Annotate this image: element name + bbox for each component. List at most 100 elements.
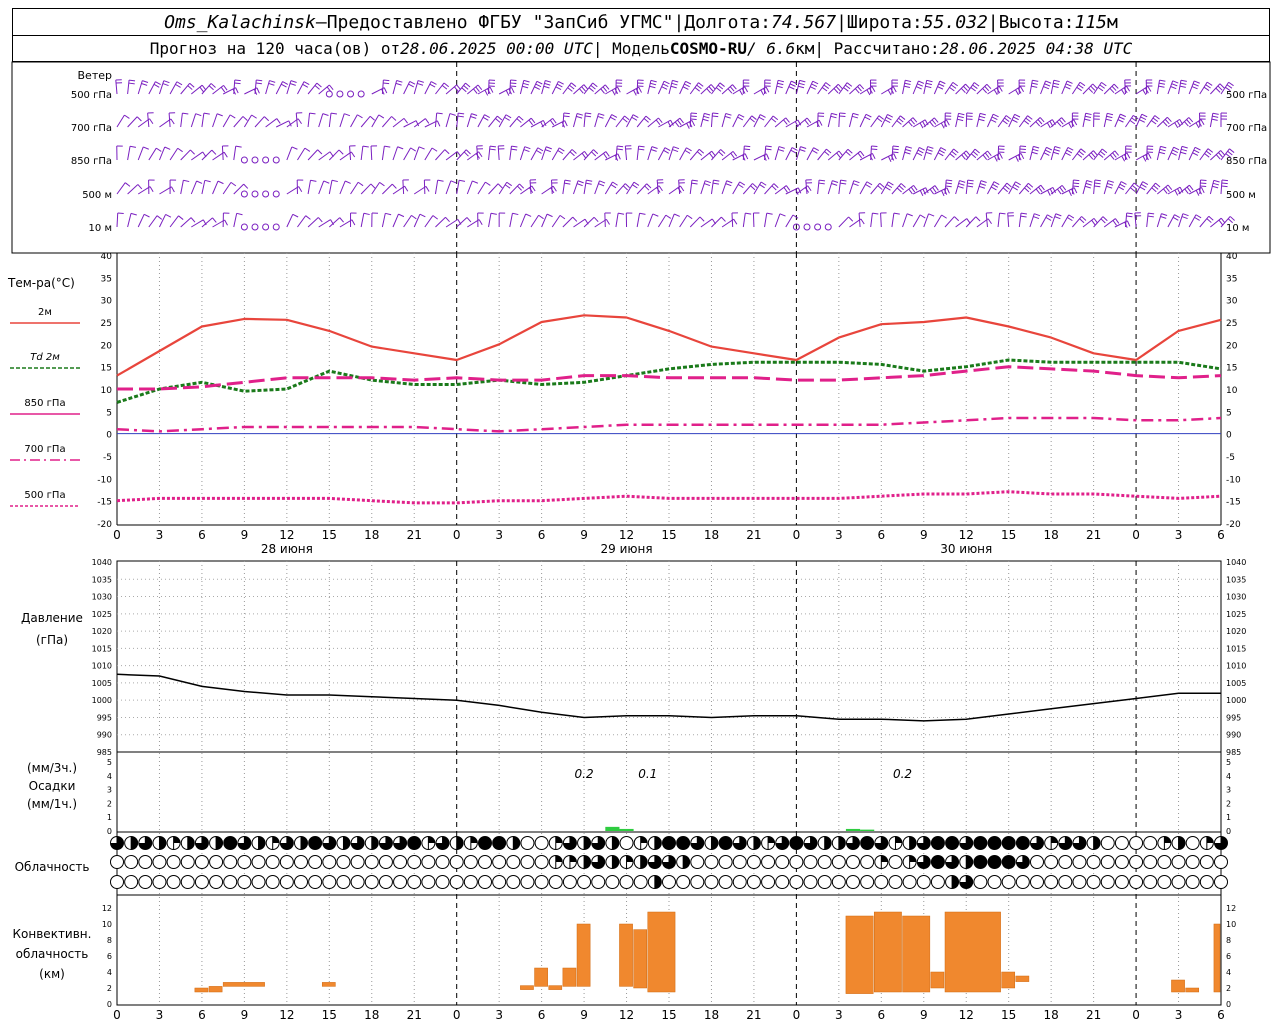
- wind-barb-feather: [811, 83, 818, 88]
- wind-barb: [116, 114, 130, 128]
- wind-barb-feather: [224, 219, 228, 226]
- wind-barb-shaft: [350, 114, 358, 128]
- cloud-cover-symbol: [1100, 855, 1115, 869]
- wind-barb-shaft: [615, 213, 619, 228]
- cloud-cover-symbol: [718, 836, 733, 850]
- wind-barb-feather: [963, 85, 968, 91]
- cloud-circle: [336, 855, 351, 869]
- cloud-circle: [506, 855, 521, 869]
- wind-barb: [392, 213, 405, 228]
- wind-barb-feather: [672, 149, 679, 153]
- wind-barb: [711, 216, 726, 228]
- wind-barb-feather: [617, 153, 621, 160]
- wind-barb: [880, 113, 893, 128]
- cloud-circle: [110, 855, 124, 869]
- wind-barb-shaft: [891, 115, 901, 128]
- wind-calm-mark: [325, 90, 333, 98]
- wind-barb-feather: [485, 181, 491, 186]
- wind-barb: [764, 212, 773, 228]
- cloud-fill-part: [612, 855, 619, 869]
- wind-barb-feather: [646, 183, 652, 189]
- wind-barb-feather: [967, 182, 974, 185]
- x-tick-label: 18: [364, 528, 379, 542]
- wind-barb: [562, 179, 571, 195]
- wind-barb-feather: [1215, 87, 1221, 93]
- cloud-cover-symbol: [1100, 875, 1115, 889]
- wind-barb-shaft: [1018, 182, 1029, 195]
- wind-barb-feather: [1040, 184, 1045, 191]
- wind-barb: [159, 213, 172, 228]
- cloud-circle: [916, 875, 931, 889]
- wind-barb-shaft: [1178, 80, 1182, 95]
- wind-barb-feather: [396, 79, 403, 83]
- wind-barb-shaft: [1018, 213, 1022, 228]
- cloud-cover-symbol: [492, 875, 507, 889]
- wind-barb: [912, 187, 929, 197]
- wind-barb: [976, 112, 986, 128]
- wind-barb-feather: [235, 87, 239, 94]
- wind-barb-shaft: [774, 146, 780, 161]
- wind-barb-feather: [478, 151, 483, 158]
- wind-barb: [201, 112, 210, 128]
- wind-barb-feather: [1226, 84, 1233, 89]
- x-tick-label-bottom: 0: [793, 1008, 801, 1022]
- wind-barb-feather: [1109, 154, 1115, 160]
- wind-barb-feather: [1200, 119, 1205, 126]
- cloud-fill-part: [1178, 836, 1186, 850]
- wind-barb-feather: [1170, 86, 1177, 90]
- wind-barb-shaft: [265, 80, 270, 95]
- cloud-fill-part: [683, 855, 690, 869]
- wind-barb: [1071, 81, 1086, 95]
- cloud-fill-full: [973, 836, 987, 850]
- wind-barb-feather: [597, 115, 604, 119]
- wind-barb-shaft: [328, 217, 341, 228]
- wind-barb-shaft: [870, 115, 880, 128]
- wind-barb-feather: [1212, 115, 1219, 118]
- x-tick-label-bottom: 9: [241, 1008, 249, 1022]
- wind-barb-feather: [177, 147, 183, 153]
- wind-barb-feather: [1174, 189, 1179, 196]
- wind-barb: [742, 212, 752, 228]
- wind-barb: [466, 180, 479, 195]
- wind-barb: [498, 114, 512, 128]
- x-tick-label-bottom: 3: [835, 1008, 843, 1022]
- cloud-cover-symbol: [1015, 875, 1030, 889]
- wind-barb-feather: [831, 183, 838, 186]
- cloud-cover-symbol: [591, 855, 606, 869]
- wind-barb-feather: [1170, 152, 1177, 156]
- wind-barb-feather: [429, 83, 436, 88]
- wind-barb-feather: [1056, 121, 1062, 127]
- wind-barb-feather: [610, 184, 617, 189]
- wind-barb: [1178, 145, 1188, 161]
- wind-barb-feather: [859, 150, 865, 157]
- wind-barb-shaft: [550, 179, 553, 195]
- wind-barb: [1093, 148, 1108, 161]
- wind-barb-feather: [1160, 145, 1167, 149]
- wind-barb-shaft: [371, 114, 380, 128]
- wind-barb-feather: [344, 180, 351, 184]
- cloud-circle: [322, 855, 337, 869]
- wind-barb-shaft: [381, 146, 385, 161]
- wind-barb-feather: [1061, 117, 1066, 123]
- cloud-fill-part: [952, 875, 959, 889]
- pressure-tick-right: 1015: [1226, 644, 1246, 653]
- wind-barb-feather: [970, 87, 976, 92]
- wind-barb-feather: [760, 89, 765, 96]
- wind-barb-feather: [1119, 183, 1126, 188]
- wind-barb-shaft: [116, 212, 119, 228]
- wind-barb-feather: [633, 89, 637, 96]
- cloud-circle: [846, 855, 860, 869]
- cloud-circle: [407, 875, 422, 889]
- wind-barb-feather: [378, 114, 385, 119]
- wind-barb-feather: [1120, 113, 1126, 118]
- wind-barb-feather: [570, 82, 577, 87]
- cloud-circle: [152, 855, 167, 869]
- wind-barb-feather: [391, 116, 397, 121]
- wind-barb-feather: [1112, 152, 1117, 158]
- wind-calm-mark: [262, 190, 270, 198]
- precip-tick-right: 0: [1226, 827, 1231, 836]
- wind-barb-shaft: [541, 213, 548, 228]
- wind-barb-shaft: [732, 181, 741, 195]
- wind-barb-feather: [187, 85, 193, 90]
- wind-barb: [1114, 181, 1127, 195]
